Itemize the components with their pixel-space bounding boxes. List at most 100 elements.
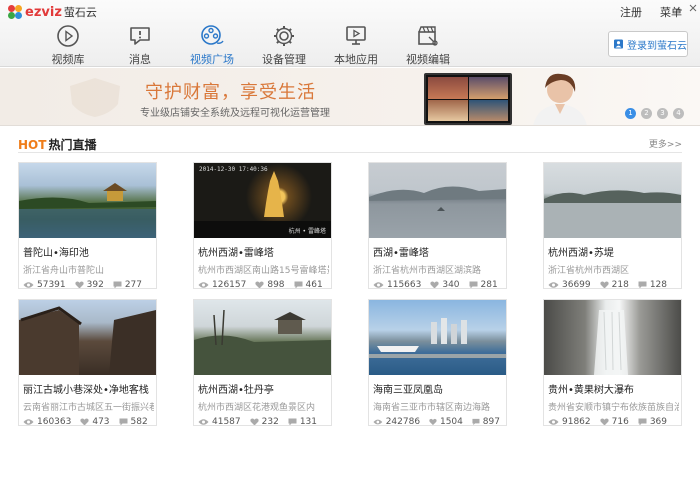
banner-person-image bbox=[533, 73, 587, 125]
like-count: 473 bbox=[92, 417, 110, 426]
like-count: 1504 bbox=[439, 417, 463, 426]
logo-cn: 萤石云 bbox=[63, 6, 97, 19]
banner-dot-4[interactable]: 4 bbox=[673, 108, 684, 119]
video-card[interactable]: 杭州西湖•苏堤 浙江省杭州市西湖区 36699 218 128 bbox=[543, 162, 682, 289]
logo-text: ezviz 萤石云 bbox=[25, 4, 97, 20]
card-stats: 57391 392 277 bbox=[23, 280, 156, 289]
heart-icon[interactable] bbox=[80, 418, 89, 426]
video-thumbnail[interactable] bbox=[369, 163, 506, 238]
card-title: 杭州西湖•苏堤 bbox=[548, 248, 614, 259]
nav-item-messages[interactable]: 消息 bbox=[104, 24, 176, 66]
eye-icon bbox=[23, 282, 34, 288]
video-thumbnail[interactable] bbox=[19, 163, 156, 238]
like-count: 716 bbox=[611, 417, 629, 426]
banner-pagination: 1 2 3 4 bbox=[625, 108, 684, 119]
video-card[interactable]: 海南三亚凤凰岛 海南省三亚市市辖区南边海路 242786 1504 897 bbox=[368, 299, 507, 426]
card-title: 杭州西湖•雷峰塔 bbox=[198, 248, 274, 259]
video-timestamp: 2014-12-30 17:40:36 bbox=[199, 166, 268, 173]
view-count: 36699 bbox=[562, 280, 591, 289]
video-thumbnail[interactable] bbox=[544, 163, 681, 238]
eye-icon bbox=[373, 419, 383, 425]
nav-item-video-square[interactable]: 视频广场 bbox=[176, 24, 248, 66]
video-thumbnail[interactable]: 2014-12-30 17:40:36 杭州 • 雷峰塔 bbox=[194, 163, 331, 238]
card-stats: 115663 340 281 bbox=[373, 280, 506, 289]
video-card[interactable]: 普陀山•海印池 浙江省舟山市普陀山 57391 392 277 bbox=[18, 162, 157, 289]
nav-item-local-apps[interactable]: 本地应用 bbox=[320, 24, 392, 66]
card-stats: 242786 1504 897 bbox=[373, 417, 506, 426]
eye-icon bbox=[198, 282, 209, 288]
minimize-icon[interactable] bbox=[674, 3, 684, 13]
causeway-lake-image bbox=[544, 190, 681, 238]
video-card[interactable]: 西湖•雷峰塔 浙江省杭州市西湖区湖滨路 115663 340 281 bbox=[368, 162, 507, 289]
comment-count: 128 bbox=[649, 280, 668, 289]
like-count: 392 bbox=[86, 280, 104, 289]
comment-count: 277 bbox=[124, 280, 143, 289]
video-card[interactable]: 杭州西湖•牡丹亭 杭州市西湖区花港观鱼景区内 41587 232 131 bbox=[193, 299, 332, 426]
comment-icon[interactable] bbox=[638, 281, 647, 289]
card-title: 西湖•雷峰塔 bbox=[373, 248, 429, 259]
comment-icon[interactable] bbox=[638, 418, 647, 426]
comment-count: 461 bbox=[305, 280, 323, 289]
banner-monitor-image bbox=[424, 73, 512, 125]
monitor-play-icon bbox=[346, 26, 366, 45]
comment-count: 281 bbox=[480, 280, 498, 289]
logo-icon bbox=[8, 5, 22, 19]
like-count: 218 bbox=[611, 280, 629, 289]
video-thumbnail[interactable] bbox=[194, 300, 331, 375]
view-count: 242786 bbox=[385, 417, 421, 426]
video-card[interactable]: 丽江古城小巷深处•净地客栈 云南省丽江市古城区五一街振兴巷... 160363 … bbox=[18, 299, 157, 426]
hot-live-header: HOT 热门直播 更多>> bbox=[18, 133, 682, 153]
app-header: ezviz 萤石云 注册 菜单 视频库 消息 视频广场 设备管理 本地应用 视频… bbox=[0, 0, 700, 67]
comment-count: 897 bbox=[482, 417, 500, 426]
register-link[interactable]: 注册 bbox=[620, 4, 642, 20]
card-title: 海南三亚凤凰岛 bbox=[373, 385, 443, 396]
hot-label: HOT bbox=[18, 138, 47, 152]
video-thumbnail[interactable] bbox=[19, 300, 156, 375]
comment-count: 369 bbox=[649, 417, 668, 426]
video-watermark: 杭州 • 雷峰塔 bbox=[288, 228, 326, 235]
heart-icon[interactable] bbox=[600, 281, 609, 289]
nav-label: 设备管理 bbox=[262, 53, 306, 66]
comment-icon[interactable] bbox=[288, 418, 297, 426]
ezviz-logo: ezviz 萤石云 bbox=[8, 4, 97, 20]
comment-icon[interactable] bbox=[113, 281, 122, 289]
video-card[interactable]: 2014-12-30 17:40:36 杭州 • 雷峰塔 杭州西湖•雷峰塔 杭州… bbox=[193, 162, 332, 289]
promo-banner[interactable]: 守护财富，享受生活 专业级店铺安全系统及远程可视化运营管理 1 2 3 4 bbox=[0, 68, 700, 126]
video-thumbnail[interactable] bbox=[544, 300, 681, 375]
card-address: 云南省丽江市古城区五一街振兴巷... bbox=[23, 403, 154, 413]
view-count: 91862 bbox=[562, 417, 591, 426]
view-count: 126157 bbox=[212, 280, 247, 289]
nav-item-video-library[interactable]: 视频库 bbox=[32, 24, 104, 66]
comment-icon[interactable] bbox=[472, 418, 480, 426]
nav-label: 视频广场 bbox=[190, 53, 234, 66]
close-icon[interactable] bbox=[688, 3, 698, 13]
film-reel-icon bbox=[201, 25, 224, 45]
more-link[interactable]: 更多>> bbox=[649, 137, 682, 150]
card-address: 贵州省安顺市镇宁布依族苗族自治... bbox=[548, 403, 679, 413]
nav-item-video-editing[interactable]: 视频编辑 bbox=[392, 24, 464, 66]
clapper-scissors-icon bbox=[418, 26, 438, 46]
view-count: 115663 bbox=[387, 280, 422, 289]
video-card[interactable]: 贵州•黄果树大瀑布 贵州省安顺市镇宁布依族苗族自治... 91862 716 3… bbox=[543, 299, 682, 426]
heart-icon[interactable] bbox=[250, 418, 259, 426]
gear-icon bbox=[274, 26, 294, 46]
login-button[interactable]: 登录到萤石云 bbox=[608, 31, 688, 57]
heart-icon[interactable] bbox=[430, 281, 439, 289]
card-address: 浙江省杭州市西湖区 bbox=[548, 266, 630, 276]
nav-label: 视频库 bbox=[51, 53, 85, 66]
comment-icon[interactable] bbox=[294, 281, 303, 289]
heart-icon[interactable] bbox=[600, 418, 609, 426]
heart-icon[interactable] bbox=[429, 418, 437, 426]
comment-icon[interactable] bbox=[469, 281, 478, 289]
comment-icon[interactable] bbox=[119, 418, 128, 426]
banner-dot-1[interactable]: 1 bbox=[625, 108, 636, 119]
banner-dot-3[interactable]: 3 bbox=[657, 108, 668, 119]
heart-icon[interactable] bbox=[75, 281, 84, 289]
video-thumbnail[interactable] bbox=[369, 300, 506, 375]
nav-item-device-management[interactable]: 设备管理 bbox=[248, 24, 320, 66]
old-town-alley-image bbox=[19, 306, 156, 375]
card-title: 杭州西湖•牡丹亭 bbox=[198, 385, 274, 396]
banner-dot-2[interactable]: 2 bbox=[641, 108, 652, 119]
heart-icon[interactable] bbox=[255, 281, 264, 289]
card-title: 丽江古城小巷深处•净地客栈 bbox=[23, 385, 149, 396]
